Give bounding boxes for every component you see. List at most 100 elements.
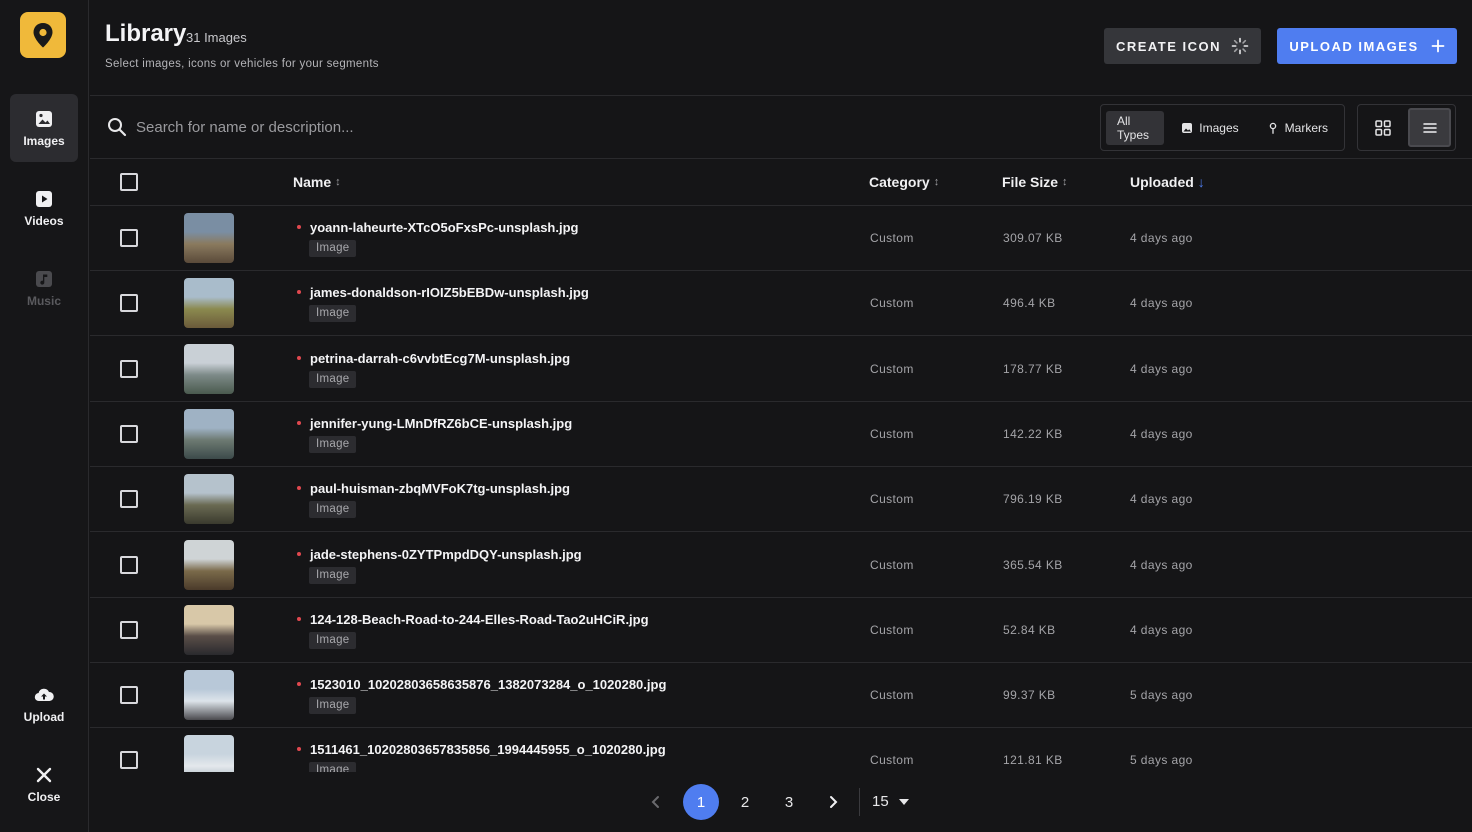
page-2-button[interactable]: 2: [727, 784, 763, 820]
close-label: Close: [27, 790, 61, 804]
select-all-checkbox[interactable]: [120, 173, 138, 191]
nav-videos[interactable]: Videos: [10, 174, 78, 242]
filter-markers[interactable]: Markers: [1256, 111, 1339, 145]
file-name: 1523010_10202803658635876_1382073284_o_1…: [310, 677, 667, 693]
header: Library 31 Images Select images, icons o…: [90, 0, 1472, 96]
page-subtitle: Select images, icons or vehicles for you…: [105, 58, 379, 70]
filter-markers-label: Markers: [1284, 120, 1328, 135]
column-category[interactable]: Category ↕: [869, 174, 939, 190]
search-icon: [108, 118, 127, 137]
uploaded-cell: 5 days ago: [1130, 753, 1193, 768]
uploaded-cell: 4 days ago: [1130, 492, 1193, 507]
category-cell: Custom: [870, 426, 914, 441]
marker-pin-icon: [1269, 122, 1276, 134]
column-uploaded-label: Uploaded: [1130, 174, 1194, 190]
file-size-cell: 365.54 KB: [1003, 557, 1063, 572]
per-page-select[interactable]: 15: [872, 793, 909, 810]
grid-icon: [1374, 119, 1391, 136]
plus-icon: [1431, 39, 1445, 53]
close-button[interactable]: Close: [10, 750, 78, 818]
next-page-button[interactable]: [815, 784, 851, 820]
table-row[interactable]: james-donaldson-rIOIZ5bEBDw-unsplash.jpg…: [90, 271, 1472, 337]
row-checkbox[interactable]: [120, 424, 138, 443]
unseen-dot: [297, 290, 301, 295]
unseen-dot: [297, 616, 301, 621]
row-checkbox[interactable]: [120, 229, 138, 247]
search-toolbar: All Types Images Markers: [90, 97, 1472, 159]
create-icon-button[interactable]: CREATE ICON: [1104, 28, 1261, 64]
table-row[interactable]: 1523010_10202803658635876_1382073284_o_1…: [90, 663, 1472, 729]
type-badge: Image: [309, 305, 357, 323]
row-checkbox[interactable]: [120, 359, 138, 378]
type-badge: Image: [309, 435, 357, 453]
row-checkbox[interactable]: [120, 490, 138, 509]
image-thumbnail: [184, 670, 234, 721]
file-size-cell: 99.37 KB: [1003, 688, 1056, 703]
prev-page-button[interactable]: [638, 784, 674, 820]
image-icon: [36, 111, 52, 127]
type-badge: Image: [309, 697, 357, 715]
row-checkbox[interactable]: [120, 686, 138, 705]
table-row[interactable]: 124-128-Beach-Road-to-244-Elles-Road-Tao…: [90, 598, 1472, 663]
file-name: 124-128-Beach-Road-to-244-Elles-Road-Tao…: [310, 611, 649, 627]
spinner-icon: [1231, 37, 1249, 55]
page-1-button[interactable]: 1: [683, 784, 719, 820]
upload-button[interactable]: Upload: [10, 670, 78, 738]
row-checkbox[interactable]: [120, 620, 138, 639]
table-header: Name ↕ Category ↕ File Size ↕ Uploaded ↓: [90, 160, 1472, 206]
view-toggle: [1357, 104, 1456, 151]
image-count: 31 Images: [186, 30, 247, 45]
row-checkbox[interactable]: [120, 294, 138, 313]
unseen-dot: [297, 682, 301, 687]
file-name: yoann-laheurte-XTcO5oFxsPc-unsplash.jpg: [310, 220, 579, 235]
nav-images-label: Images: [23, 134, 65, 148]
table-row[interactable]: 1511461_10202803657835856_1994445955_o_1…: [90, 728, 1472, 772]
file-name: jade-stephens-0ZYTPmpdDQY-unsplash.jpg: [310, 546, 582, 562]
chevron-right-icon: [830, 796, 838, 808]
nav-videos-label: Videos: [24, 214, 64, 228]
music-icon: [36, 271, 52, 287]
app-logo[interactable]: [20, 12, 66, 58]
type-badge: Image: [309, 370, 357, 388]
category-cell: Custom: [870, 622, 914, 637]
sidebar: Images Videos Music Upload Close: [0, 0, 89, 832]
filter-images[interactable]: Images: [1170, 111, 1249, 145]
column-name[interactable]: Name ↕: [293, 174, 341, 190]
row-checkbox[interactable]: [120, 555, 138, 574]
unseen-dot: [297, 420, 301, 425]
table-row[interactable]: yoann-laheurte-XTcO5oFxsPc-unsplash.jpg I…: [90, 206, 1472, 271]
row-checkbox[interactable]: [120, 751, 138, 770]
filter-all-types[interactable]: All Types: [1106, 110, 1165, 145]
image-thumbnail: [184, 539, 234, 590]
type-badge: Image: [309, 240, 357, 257]
pager-divider: [859, 788, 860, 816]
table-row[interactable]: jade-stephens-0ZYTPmpdDQY-unsplash.jpg Im…: [90, 533, 1472, 598]
uploaded-cell: 4 days ago: [1130, 557, 1193, 572]
cloud-upload-icon: [34, 688, 54, 702]
category-cell: Custom: [870, 753, 914, 768]
table-row[interactable]: jennifer-yung-LMnDfRZ6bCE-unsplash.jpg Im…: [90, 402, 1472, 467]
nav-images[interactable]: Images: [10, 94, 78, 162]
nav-music[interactable]: Music: [10, 254, 78, 322]
unseen-dot: [297, 225, 301, 229]
sort-descending-icon: ↓: [1197, 174, 1205, 190]
page-3-button[interactable]: 3: [771, 784, 807, 820]
image-thumbnail: [184, 343, 234, 394]
column-uploaded[interactable]: Uploaded ↓: [1130, 174, 1205, 190]
table-row[interactable]: paul-huisman-zbqMVFoK7tg-unsplash.jpg Ima…: [90, 467, 1472, 533]
category-cell: Custom: [870, 231, 914, 245]
file-size-cell: 496.4 KB: [1003, 296, 1056, 311]
file-size-cell: 52.84 KB: [1003, 622, 1056, 637]
category-cell: Custom: [870, 296, 914, 311]
upload-images-button[interactable]: UPLOAD IMAGES: [1277, 28, 1457, 64]
type-badge: Image: [309, 501, 357, 519]
uploaded-cell: 4 days ago: [1130, 231, 1193, 245]
list-view-button[interactable]: [1408, 108, 1451, 147]
grid-view-button[interactable]: [1361, 108, 1404, 147]
column-file-size[interactable]: File Size ↕: [1002, 174, 1068, 190]
image-thumbnail: [184, 213, 234, 263]
search-input[interactable]: [136, 113, 736, 141]
file-size-cell: 796.19 KB: [1003, 492, 1063, 507]
pagination: 1 2 3 15: [90, 772, 1472, 832]
table-row[interactable]: petrina-darrah-c6vvbtEcg7M-unsplash.jpg I…: [90, 337, 1472, 402]
